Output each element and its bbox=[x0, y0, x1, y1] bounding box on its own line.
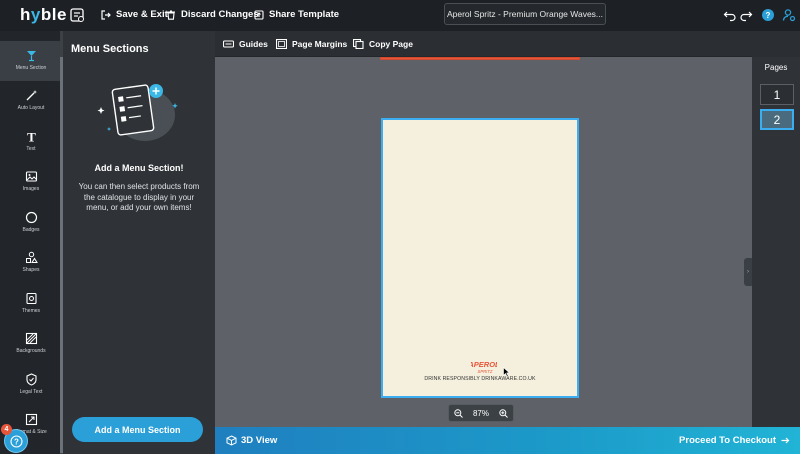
rail-label: Auto Layout bbox=[17, 105, 45, 111]
checkout-label: Proceed To Checkout bbox=[679, 435, 776, 446]
redo-icon[interactable] bbox=[739, 8, 753, 22]
rail-item-menu-section[interactable]: Menu Section bbox=[0, 41, 62, 81]
chevron-right-icon: › bbox=[747, 269, 749, 275]
guides-label: Guides bbox=[239, 39, 268, 49]
discard-changes-button[interactable]: Discard Changes bbox=[166, 9, 259, 20]
menu-illustration-icon bbox=[97, 84, 178, 141]
arrow-right-icon bbox=[781, 437, 790, 444]
panel-heading: Add a Menu Section! bbox=[94, 163, 184, 173]
3d-view-button[interactable]: 3D View bbox=[226, 435, 277, 446]
rail-item-images[interactable]: Images bbox=[0, 162, 62, 202]
rail-label: Text bbox=[26, 146, 36, 152]
rail-item-shapes[interactable]: Shapes bbox=[0, 243, 62, 283]
rail-label: Images bbox=[22, 186, 40, 192]
undo-icon[interactable] bbox=[723, 8, 737, 22]
rail-label: Legal Text bbox=[19, 389, 43, 395]
zoom-in-icon[interactable] bbox=[499, 408, 508, 418]
save-exit-button[interactable]: Save & Exit bbox=[101, 9, 168, 20]
notification-badge: 4 bbox=[1, 424, 12, 435]
share-icon bbox=[254, 9, 264, 20]
svg-text:?: ? bbox=[766, 11, 771, 20]
proceed-to-checkout-button[interactable]: Proceed To Checkout bbox=[679, 435, 790, 446]
rail-label: Menu Section bbox=[15, 65, 47, 71]
template-list-icon[interactable] bbox=[69, 7, 85, 23]
shield-icon bbox=[25, 373, 37, 386]
panel-title: Menu Sections bbox=[71, 43, 149, 55]
page-margins-icon bbox=[276, 39, 287, 49]
rail-label: Badges bbox=[22, 227, 40, 233]
pages-panel: Pages 1 2 bbox=[752, 57, 800, 427]
cube-icon bbox=[226, 435, 237, 446]
rail-item-backgrounds[interactable]: Backgrounds bbox=[0, 324, 62, 364]
zoom-out-icon[interactable] bbox=[454, 408, 463, 418]
page-thumbnail-2[interactable]: 2 bbox=[760, 109, 794, 130]
copy-page-button[interactable]: Copy Page bbox=[353, 39, 413, 49]
guides-button[interactable]: Guides bbox=[223, 39, 268, 49]
pages-title: Pages bbox=[764, 63, 788, 72]
resize-icon bbox=[25, 413, 37, 426]
text-icon: T bbox=[27, 130, 36, 143]
copy-icon bbox=[353, 39, 364, 49]
top-bar: hyble Save & Exit Discard Changes Share … bbox=[0, 0, 800, 31]
image-icon bbox=[25, 171, 37, 182]
shapes-icon bbox=[25, 251, 38, 263]
zoom-level: 87% bbox=[472, 408, 489, 418]
page-1-thumbnail-edge[interactable] bbox=[380, 57, 580, 60]
mouse-cursor-icon bbox=[503, 367, 510, 377]
rail-label: Themes bbox=[21, 308, 41, 314]
rail-item-legal-text[interactable]: Legal Text bbox=[0, 365, 62, 405]
question-chat-icon: ? bbox=[9, 434, 23, 448]
menu-sections-panel: Menu Sections Add a Menu Section! You ca… bbox=[63, 31, 215, 454]
rail-item-badges[interactable]: Badges bbox=[0, 203, 62, 243]
page-margins-label: Page Margins bbox=[292, 39, 348, 49]
hyble-logo[interactable]: hyble bbox=[20, 5, 67, 25]
bottom-bar: 3D View Proceed To Checkout bbox=[215, 427, 800, 454]
page-thumbnail-1[interactable]: 1 bbox=[760, 84, 794, 105]
rail-item-text[interactable]: T Text bbox=[0, 122, 62, 162]
page-footer-text: DRINK RESPONSIBLY DRINKAWARE.CO.UK bbox=[424, 376, 536, 382]
share-template-label: Share Template bbox=[269, 9, 340, 20]
page-margins-button[interactable]: Page Margins bbox=[276, 39, 347, 49]
3d-view-label: 3D View bbox=[241, 435, 278, 446]
theme-icon bbox=[25, 292, 37, 305]
logo-part: ble bbox=[40, 5, 67, 24]
discard-changes-label: Discard Changes bbox=[181, 9, 259, 20]
rail-label: Backgrounds bbox=[16, 348, 46, 354]
copy-page-label: Copy Page bbox=[369, 39, 413, 49]
magic-wand-icon bbox=[26, 90, 37, 101]
logo-part: h bbox=[20, 5, 31, 24]
template-title-field[interactable]: Aperol Spritz - Premium Orange Waves... bbox=[444, 3, 606, 25]
aperol-spritz-logo: APEROL SPRITZ bbox=[471, 360, 497, 374]
rail-item-auto-layout[interactable]: Auto Layout bbox=[0, 81, 62, 121]
zoom-control: 87% bbox=[448, 404, 514, 422]
collapse-right-panel-handle[interactable]: › bbox=[744, 258, 752, 286]
save-exit-label: Save & Exit bbox=[116, 9, 168, 20]
panel-description: You can then select products from the ca… bbox=[78, 182, 200, 212]
cocktail-icon bbox=[26, 51, 36, 62]
rail-item-themes[interactable]: Themes bbox=[0, 284, 62, 324]
svg-text:APEROL: APEROL bbox=[471, 360, 497, 369]
canvas-toolbar: Guides Page Margins Copy Page bbox=[215, 31, 752, 57]
rail-label: Shapes bbox=[22, 267, 40, 273]
svg-text:?: ? bbox=[14, 437, 19, 446]
design-canvas[interactable]: APEROL SPRITZ DRINK RESPONSIBLY DRINKAWA… bbox=[215, 57, 752, 427]
share-template-button[interactable]: Share Template bbox=[254, 9, 339, 20]
svg-text:T: T bbox=[27, 130, 36, 143]
help-circle-icon[interactable]: ? bbox=[761, 8, 775, 22]
guides-icon bbox=[223, 40, 234, 48]
logo-part: y bbox=[30, 5, 41, 24]
menu-page-2[interactable]: APEROL SPRITZ DRINK RESPONSIBLY DRINKAWA… bbox=[381, 118, 579, 398]
user-settings-icon[interactable] bbox=[782, 8, 796, 22]
badge-icon bbox=[25, 211, 37, 224]
exit-icon bbox=[101, 9, 111, 20]
background-icon bbox=[25, 332, 37, 345]
svg-text:SPRITZ: SPRITZ bbox=[478, 369, 493, 374]
trash-icon bbox=[167, 9, 175, 20]
add-menu-section-button[interactable]: Add a Menu Section bbox=[72, 417, 203, 442]
tool-rail: Menu Section Auto Layout T Text Images B… bbox=[0, 31, 62, 454]
